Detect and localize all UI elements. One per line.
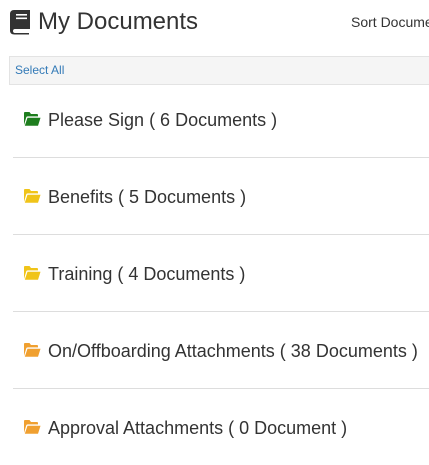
- folder-label: Benefits ( 5 Documents ): [48, 187, 247, 207]
- page-title: My Documents: [38, 8, 199, 35]
- book-icon: [9, 9, 31, 35]
- folder-open-icon: [23, 342, 41, 358]
- folder-open-icon: [23, 111, 41, 127]
- folder-open-icon: [23, 265, 41, 281]
- select-all-link[interactable]: Select All: [15, 63, 64, 78]
- folder-label: Approval Attachments ( 0 Document ): [48, 418, 348, 438]
- folder-open-icon: [23, 419, 41, 435]
- folder-list: Please Sign ( 6 Documents ) Benefits ( 5…: [13, 81, 429, 465]
- folder-row-training[interactable]: Training ( 4 Documents ): [13, 235, 429, 312]
- folder-open-icon: [23, 188, 41, 204]
- folder-label: Please Sign ( 6 Documents ): [48, 110, 278, 130]
- folder-label: On/Offboarding Attachments ( 38 Document…: [48, 341, 418, 361]
- folder-row-approval-attachments[interactable]: Approval Attachments ( 0 Document ): [13, 389, 429, 465]
- my-documents-page: My Documents Sort Docume Select All Plea…: [0, 0, 429, 465]
- folder-row-benefits[interactable]: Benefits ( 5 Documents ): [13, 158, 429, 235]
- folder-row-please-sign[interactable]: Please Sign ( 6 Documents ): [13, 81, 429, 158]
- sort-documents-dropdown[interactable]: Sort Docume: [351, 13, 429, 31]
- folder-row-onoffboarding-attachments[interactable]: On/Offboarding Attachments ( 38 Document…: [13, 312, 429, 389]
- folder-label: Training ( 4 Documents ): [48, 264, 246, 284]
- page-header: My Documents Sort Docume: [0, 0, 429, 48]
